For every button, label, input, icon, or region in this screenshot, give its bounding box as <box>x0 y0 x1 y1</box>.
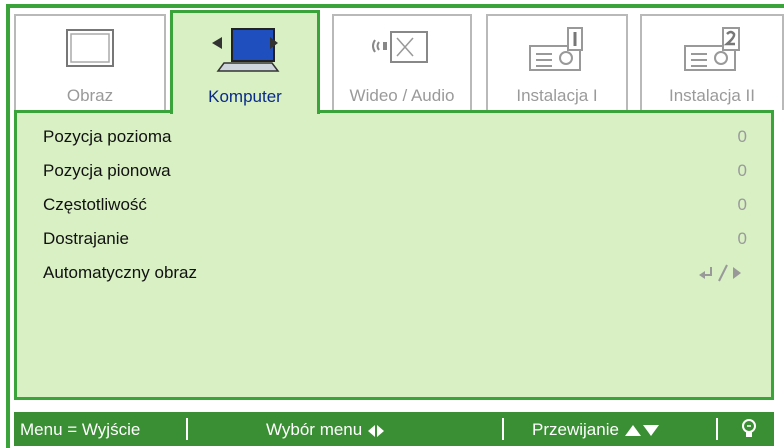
item-label: Automatyczny obraz <box>43 263 198 282</box>
item-value: 0 <box>737 127 747 146</box>
tab-instalacja-1[interactable]: Instalacja I <box>486 14 628 110</box>
menu-item-frequency[interactable]: Częstotliwość 0 <box>43 191 747 221</box>
item-label: Pozycja pionowa <box>43 161 171 180</box>
tab-obraz[interactable]: Obraz <box>14 14 166 110</box>
menu-item-tracking[interactable]: Dostrajanie 0 <box>43 225 747 255</box>
status-separator <box>716 418 718 440</box>
projector-1-icon <box>529 27 583 71</box>
right-arrow-icon <box>377 424 385 437</box>
scroll-hint: Przewijanie <box>532 420 659 440</box>
tab-label: Instalacja I <box>516 86 598 105</box>
item-label: Pozycja pozioma <box>43 127 172 146</box>
left-arrow-icon <box>368 424 376 437</box>
item-value: 0 <box>737 229 747 248</box>
up-arrow-icon <box>624 425 641 437</box>
item-label: Częstotliwość <box>43 195 147 214</box>
computer-icon <box>212 28 280 72</box>
settings-panel: Pozycja pozioma 0 Pozycja pionowa 0 Częs… <box>14 110 774 400</box>
tab-label: Obraz <box>66 86 114 105</box>
item-value: 0 <box>737 195 747 214</box>
menu-exit-hint: Menu = Wyjście <box>20 420 141 439</box>
menu-item-auto-image[interactable]: Automatyczny obraz <box>43 259 747 289</box>
bulb-icon <box>742 419 756 437</box>
status-bar: Menu = Wyjście Wybór menu Przewijanie <box>14 412 774 446</box>
tab-label: Wideo / Audio <box>349 86 455 105</box>
frame-top-border <box>6 4 784 8</box>
video-audio-icon <box>372 31 428 63</box>
monitor-icon <box>66 29 114 67</box>
menu-item-vertical-position[interactable]: Pozycja pionowa 0 <box>43 157 747 187</box>
frame-left-border <box>6 8 10 448</box>
item-label: Dostrajanie <box>43 229 129 248</box>
tab-instalacja-2[interactable]: Instalacja II <box>640 14 784 110</box>
select-menu-hint: Wybór menu <box>266 420 385 440</box>
item-value: 0 <box>737 161 747 180</box>
down-arrow-icon <box>642 425 659 437</box>
tab-komputer[interactable]: Komputer <box>170 10 320 114</box>
projector-2-icon <box>684 27 740 71</box>
osd-menu: Obraz Komputer Wideo / Audio Instalacja … <box>0 0 784 448</box>
tab-label: Komputer <box>208 87 282 106</box>
tab-wideo-audio[interactable]: Wideo / Audio <box>332 14 472 110</box>
status-separator <box>502 418 504 440</box>
menu-item-horizontal-position[interactable]: Pozycja pozioma 0 <box>43 123 747 153</box>
scroll-label: Przewijanie <box>532 420 619 439</box>
select-menu-label: Wybór menu <box>266 420 363 439</box>
tab-label: Instalacja II <box>669 86 755 105</box>
enter-arrow-icon <box>699 264 741 282</box>
status-separator <box>186 418 188 440</box>
